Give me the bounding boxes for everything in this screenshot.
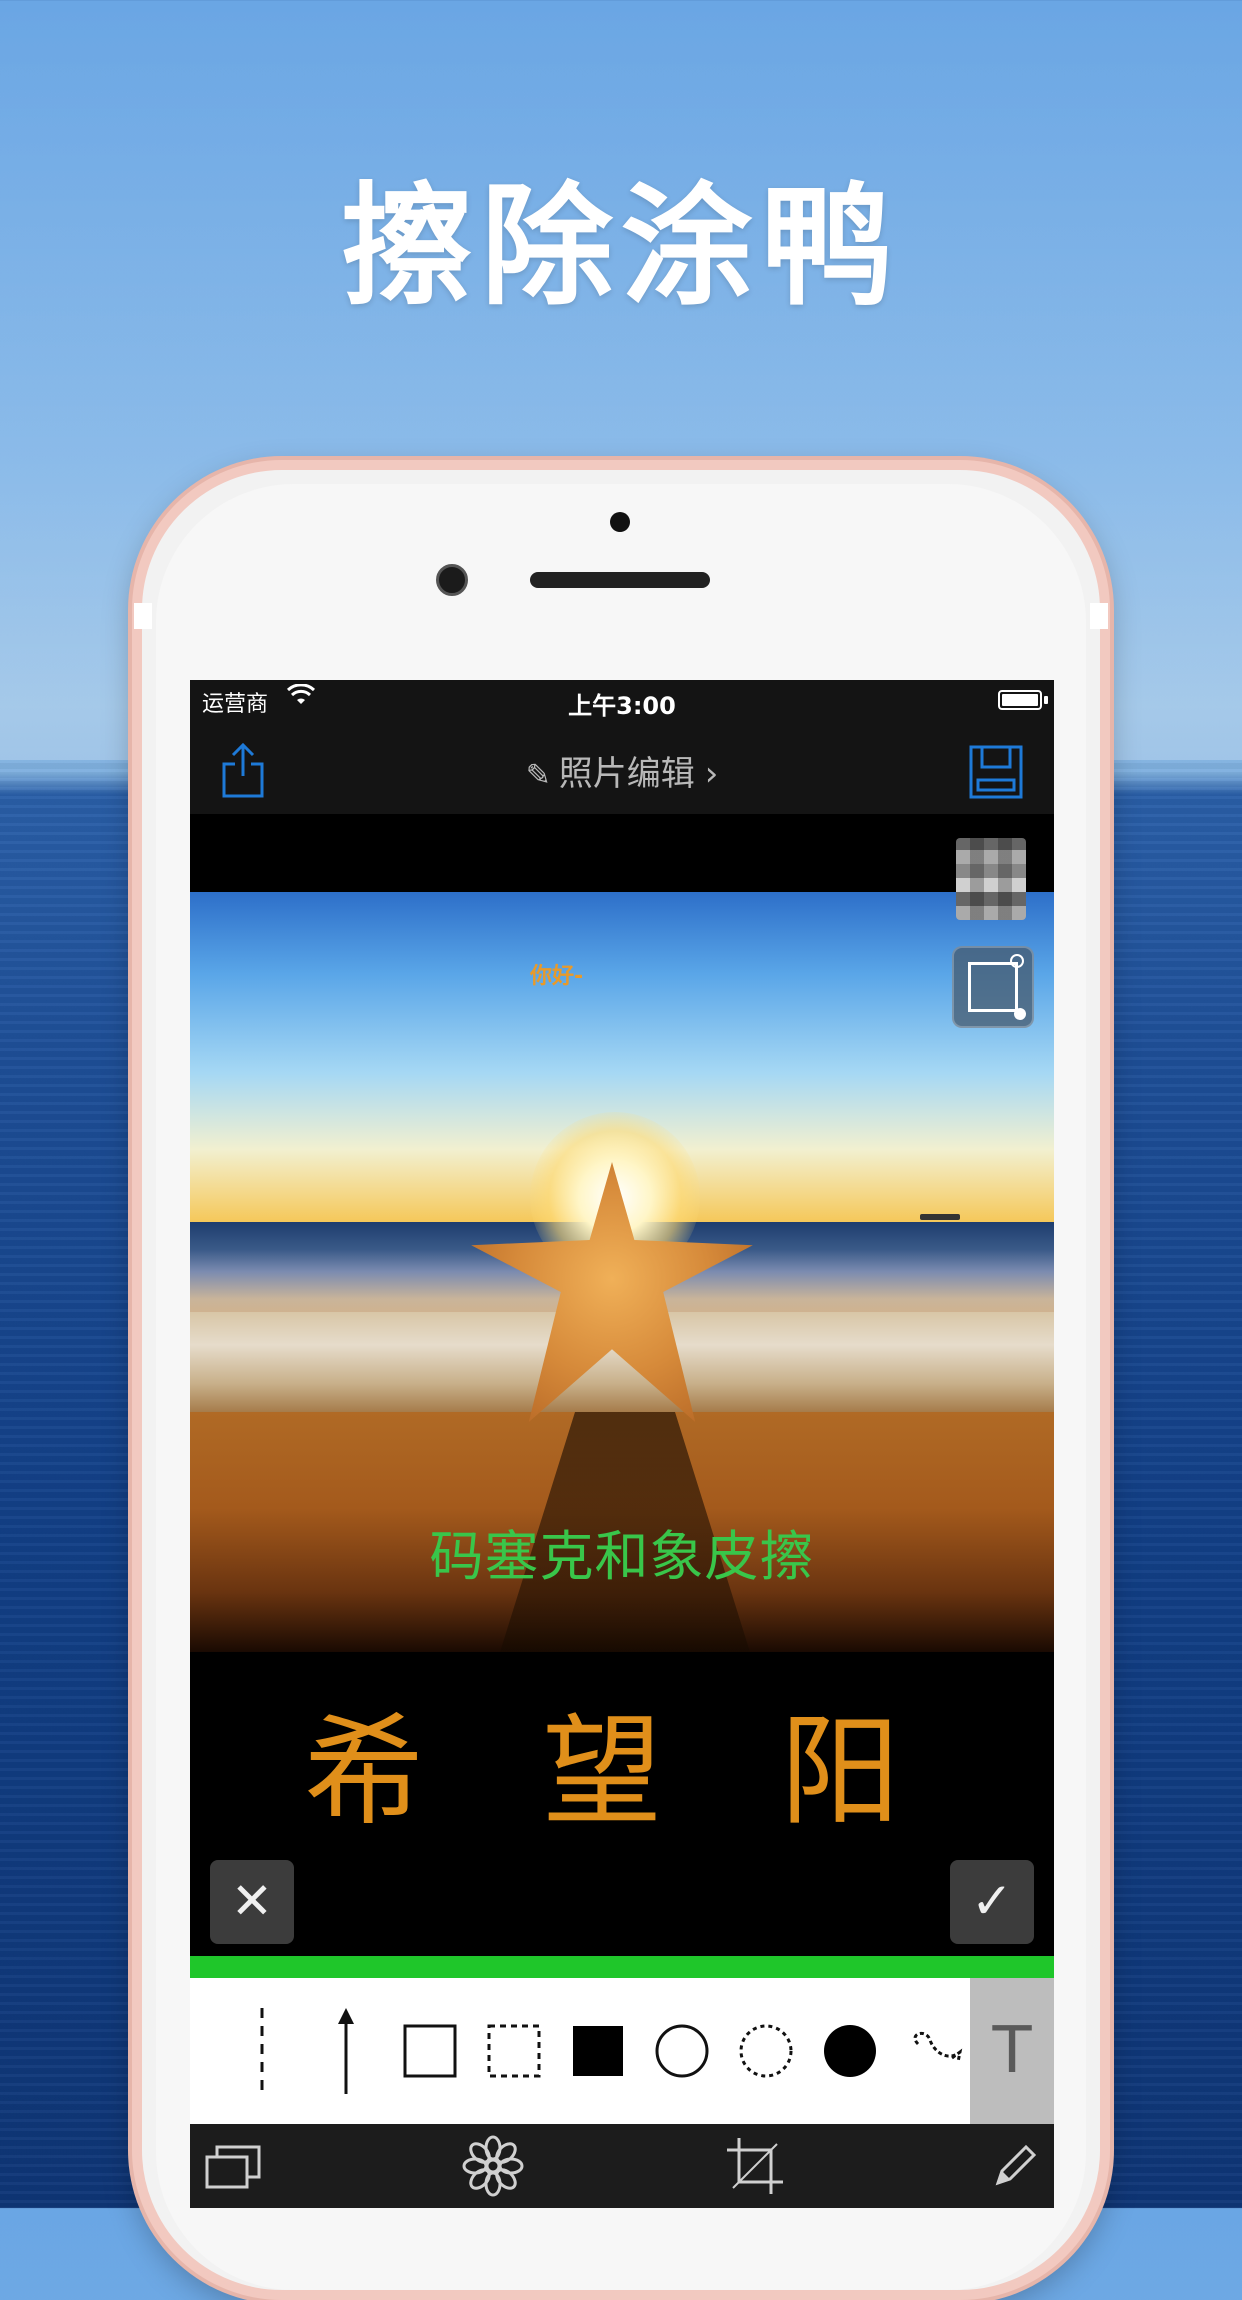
square-outline-icon <box>403 2024 457 2078</box>
rectangle-filled-tool[interactable] <box>556 1978 640 2124</box>
beach-photo: 你好- 码塞克和象皮擦 <box>190 892 1054 1652</box>
antenna-band <box>134 603 152 629</box>
crop-frame-square <box>968 962 1018 1012</box>
freehand-tool[interactable] <box>892 1978 976 2124</box>
text-tool[interactable]: T <box>970 1978 1054 2124</box>
chevron-right-icon: › <box>704 754 719 794</box>
dashed-line-icon <box>260 2008 264 2094</box>
proximity-sensor <box>610 512 630 532</box>
square-filled-icon <box>573 2026 623 2076</box>
resize-handle <box>1014 1008 1026 1020</box>
circle-filled-icon <box>824 2025 876 2077</box>
circle-dashed-icon <box>739 2024 793 2078</box>
rectangle-dashed-tool[interactable] <box>472 1978 556 2124</box>
circle-outline-tool[interactable] <box>640 1978 724 2124</box>
save-icon[interactable] <box>968 744 1024 800</box>
arrow-up-icon <box>338 2008 354 2094</box>
square-dashed-icon <box>487 2024 541 2078</box>
pencil-icon: ✎ <box>525 758 551 793</box>
mosaic-icon[interactable] <box>956 838 1026 920</box>
phone-screen: 运营商 上午3:00 ✎ 照片编辑 › 你好- 码塞克和象皮擦 希 望 阳 ✕ … <box>190 680 1054 2208</box>
circle-dashed-tool[interactable] <box>724 1978 808 2124</box>
cancel-button[interactable]: ✕ <box>210 1860 294 1944</box>
status-time: 上午3:00 <box>568 692 676 720</box>
front-camera <box>436 564 468 596</box>
circle-filled-tool[interactable] <box>808 1978 892 2124</box>
dashed-line-tool[interactable] <box>220 1978 304 2124</box>
rotate-handle <box>1010 954 1024 968</box>
confirm-button[interactable]: ✓ <box>950 1860 1034 1944</box>
flower-filter-icon[interactable] <box>458 2134 528 2198</box>
nav-title[interactable]: ✎ 照片编辑 › <box>190 746 1054 795</box>
photo-ship <box>920 1214 960 1220</box>
bottom-bar <box>190 2124 1054 2208</box>
status-bar: 运营商 上午3:00 <box>190 680 1054 724</box>
crop-frame-icon[interactable] <box>952 946 1034 1028</box>
color-indicator-bar[interactable] <box>190 1956 1054 1978</box>
arrow-tool[interactable] <box>304 1978 388 2124</box>
drawing-toolbar: T <box>190 1978 1054 2124</box>
earpiece-speaker <box>530 572 710 588</box>
edit-canvas[interactable]: 你好- 码塞克和象皮擦 希 望 阳 ✕ ✓ <box>190 814 1054 1956</box>
handwritten-orange-text[interactable]: 希 望 阳 <box>190 1674 1054 1848</box>
nav-bar: ✎ 照片编辑 › <box>190 724 1054 814</box>
drawn-green-text[interactable]: 码塞克和象皮擦 <box>190 1512 1054 1591</box>
circle-outline-icon <box>655 2024 709 2078</box>
drawn-small-text[interactable]: 你好- <box>530 958 583 990</box>
nav-title-text: 照片编辑 <box>558 754 695 794</box>
headline: 擦除涂鸭 <box>341 170 901 324</box>
rectangle-outline-tool[interactable] <box>388 1978 472 2124</box>
battery-icon <box>998 690 1042 710</box>
battery-tip <box>1044 696 1048 704</box>
pencil-draw-icon[interactable] <box>980 2134 1050 2198</box>
crop-icon[interactable] <box>720 2134 790 2198</box>
antenna-band <box>1090 603 1108 629</box>
squiggle-icon <box>913 2031 963 2063</box>
layers-icon[interactable] <box>198 2134 268 2198</box>
